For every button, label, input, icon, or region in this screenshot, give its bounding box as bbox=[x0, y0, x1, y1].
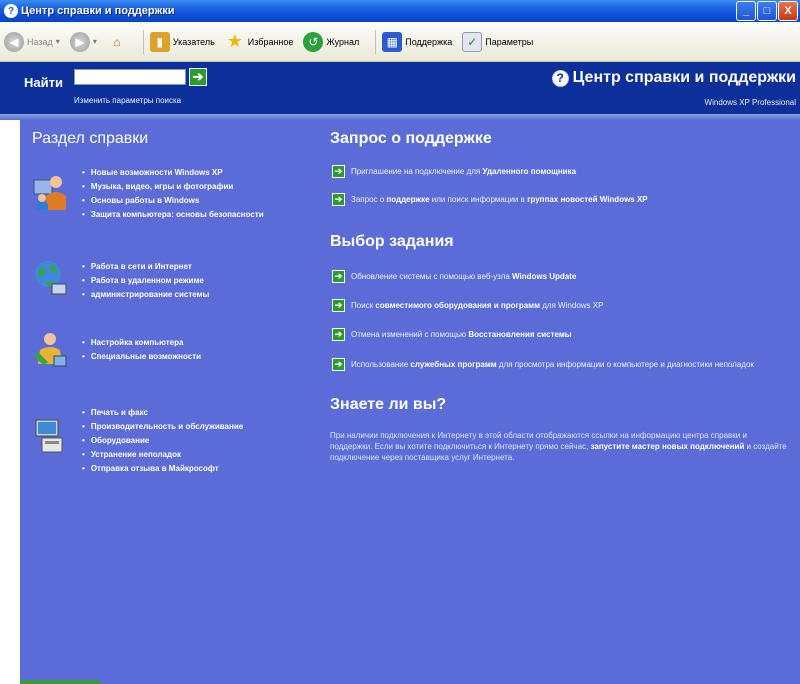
people-icon bbox=[33, 176, 66, 210]
link-text: Поиск совместимого оборудования и програ… bbox=[351, 301, 604, 310]
help-center-title-text: Центр справки и поддержки bbox=[572, 69, 796, 86]
tasks-title: Выбор задания bbox=[330, 233, 454, 250]
favorites-label: Избранное bbox=[247, 36, 294, 47]
book-icon: ▮ bbox=[149, 31, 170, 52]
did-you-know-title: Знаете ли вы? bbox=[330, 396, 447, 413]
status-strip bbox=[20, 680, 100, 684]
home-icon: ⌂ bbox=[113, 34, 121, 49]
support-request-title: Запрос о поддержке bbox=[330, 130, 492, 147]
support-link[interactable]: ➔ Запрос о поддержке или поиск информаци… bbox=[332, 193, 648, 206]
window-controls: _ □ X bbox=[736, 1, 798, 21]
toolbar-separator bbox=[142, 29, 144, 54]
link-text: Отмена изменений с помощью Восстановлени… bbox=[351, 330, 572, 339]
close-button[interactable]: X bbox=[778, 1, 798, 21]
arrow-right-icon: ➔ bbox=[332, 193, 345, 206]
minimize-button[interactable]: _ bbox=[736, 1, 756, 21]
help-topic-list: Работа в сети и Интернет Работа в удален… bbox=[82, 260, 210, 302]
toolbar-separator bbox=[375, 29, 377, 54]
arrow-right-icon: ➔ bbox=[332, 358, 345, 371]
task-link[interactable]: ➔ Обновление системы с помощью веб-узла … bbox=[332, 270, 576, 283]
help-topic-list: Настройка компьютера Специальные возможн… bbox=[82, 336, 201, 364]
new-connection-wizard-link[interactable]: запустите мастер новых подключений bbox=[591, 442, 745, 451]
help-section-title: Раздел справки bbox=[32, 130, 149, 147]
computer-printer-icon bbox=[35, 419, 63, 453]
help-topic-link[interactable]: Оборудование bbox=[82, 434, 243, 448]
help-topic-link[interactable]: Работа в сети и Интернет bbox=[82, 260, 209, 274]
support-icon: ▦ bbox=[382, 31, 403, 52]
arrow-right-icon: ➔ bbox=[332, 328, 345, 341]
help-topic-list: Печать и факс Производительность и обслу… bbox=[82, 406, 243, 476]
task-link[interactable]: ➔ Использование служебных программ для п… bbox=[332, 358, 754, 371]
toolbar: ◀ Назад ▾ ▶ ▾ ⌂ ▮ Указатель ★ Избранное … bbox=[0, 22, 800, 62]
home-button[interactable]: ⌂ bbox=[107, 32, 127, 52]
help-topic-link[interactable]: Отправка отзыва в Майкрософт bbox=[82, 462, 243, 476]
help-topic-link[interactable]: Музыка, видео, игры и фотографии bbox=[82, 180, 264, 194]
support-link[interactable]: ➔ Приглашение на подключение для Удаленн… bbox=[332, 165, 576, 178]
chevron-down-icon: ▾ bbox=[92, 37, 97, 46]
maximize-button[interactable]: □ bbox=[757, 1, 777, 21]
help-topic-link[interactable]: администрирование системы bbox=[82, 288, 210, 302]
help-center-title: ? Центр справки и поддержки bbox=[551, 69, 796, 87]
help-topic-link[interactable]: Работа в удаленном режиме bbox=[82, 274, 209, 288]
link-text: Запрос о поддержке или поиск информации … bbox=[351, 195, 648, 204]
title-bar: ? Центр справки и поддержки _ □ X bbox=[0, 0, 800, 22]
search-options-link[interactable]: Изменить параметры поиска bbox=[74, 96, 181, 105]
did-you-know-text: При наличии подключения к Интернету в эт… bbox=[330, 431, 787, 462]
task-link[interactable]: ➔ Отмена изменений с помощью Восстановле… bbox=[332, 328, 572, 341]
os-edition: Windows XP Professional bbox=[704, 98, 796, 107]
help-topic-link[interactable]: Производительность и обслуживание bbox=[82, 420, 243, 434]
help-topic-link[interactable]: Настройка компьютера bbox=[82, 336, 201, 350]
forward-arrow-icon: ▶ bbox=[69, 31, 90, 52]
support-label: Поддержка bbox=[405, 36, 453, 47]
help-topic-link[interactable]: Печать и факс bbox=[82, 406, 243, 420]
search-go-button[interactable]: ➔ bbox=[189, 68, 207, 86]
help-topic-link[interactable]: Устранение неполадок bbox=[82, 448, 243, 462]
link-text: Обновление системы с помощью веб-узла Wi… bbox=[351, 272, 577, 281]
favorites-button[interactable]: ★ Избранное bbox=[225, 31, 294, 52]
main-content: Раздел справки Новые возможности Windows… bbox=[20, 120, 800, 684]
search-header: Найти ➔ Изменить параметры поиска ? Цент… bbox=[0, 62, 800, 114]
help-app-icon: ? bbox=[4, 4, 18, 18]
history-label: Журнал bbox=[326, 36, 360, 47]
help-topic-link[interactable]: Основы работы в Windows bbox=[82, 194, 264, 208]
arrow-right-icon: ➔ bbox=[332, 299, 345, 312]
help-topic-link[interactable]: Новые возможности Windows XP bbox=[82, 166, 264, 180]
options-check-icon: ✓ bbox=[462, 31, 483, 52]
index-label: Указатель bbox=[172, 36, 215, 47]
link-text: Использование служебных программ для про… bbox=[351, 360, 754, 369]
arrow-right-icon: ➔ bbox=[192, 69, 204, 84]
options-label: Параметры bbox=[485, 36, 534, 47]
back-arrow-icon: ◀ bbox=[4, 31, 24, 52]
window-title: Центр справки и поддержки bbox=[21, 5, 175, 17]
arrow-right-icon: ➔ bbox=[332, 165, 345, 178]
star-icon: ★ bbox=[226, 31, 243, 51]
back-label: Назад bbox=[27, 36, 53, 47]
chevron-down-icon: ▾ bbox=[55, 37, 60, 46]
history-clock-icon: ↺ bbox=[303, 31, 324, 52]
person-tools-icon bbox=[34, 333, 67, 367]
search-input[interactable] bbox=[74, 69, 186, 85]
support-button[interactable]: ▦ Поддержка bbox=[382, 31, 453, 52]
forward-button[interactable]: ▶ ▾ bbox=[69, 31, 97, 52]
index-button[interactable]: ▮ Указатель bbox=[149, 31, 215, 52]
find-label: Найти bbox=[24, 75, 63, 90]
options-button[interactable]: ✓ Параметры bbox=[462, 31, 534, 52]
history-button[interactable]: ↺ Журнал bbox=[303, 31, 360, 52]
help-question-icon: ? bbox=[551, 69, 569, 87]
help-topic-list: Новые возможности Windows XP Музыка, вид… bbox=[82, 166, 264, 222]
back-button[interactable]: ◀ Назад ▾ bbox=[4, 31, 60, 52]
task-link[interactable]: ➔ Поиск совместимого оборудования и прог… bbox=[332, 299, 603, 312]
arrow-right-icon: ➔ bbox=[332, 270, 345, 283]
globe-network-icon bbox=[35, 261, 67, 295]
help-topic-link[interactable]: Специальные возможности bbox=[82, 350, 201, 364]
help-topic-link[interactable]: Защита компьютера: основы безопасности bbox=[82, 208, 264, 222]
link-text: Приглашение на подключение для Удаленног… bbox=[351, 167, 577, 176]
left-margin bbox=[0, 120, 20, 684]
